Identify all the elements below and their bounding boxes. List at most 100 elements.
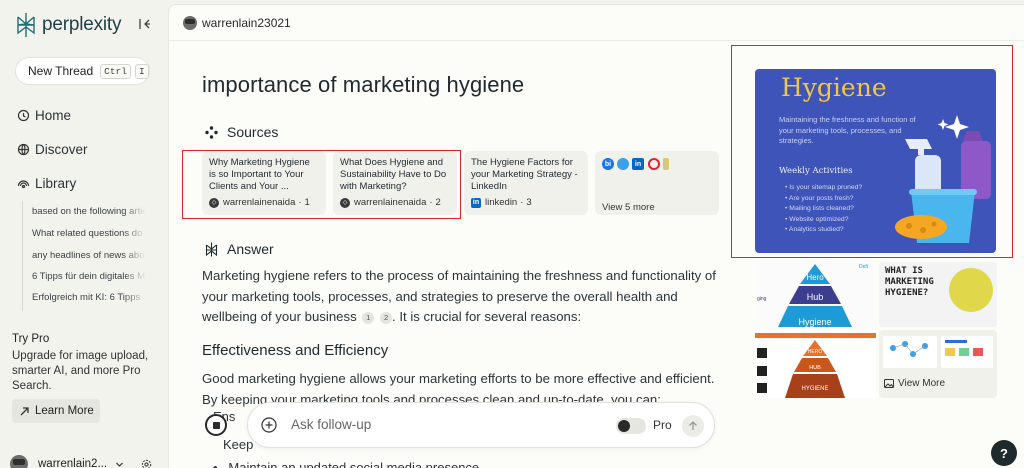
- try-pro-title: Try Pro: [12, 333, 50, 345]
- answer-heading-label: Answer: [227, 241, 274, 257]
- cleaning-supplies-illustration: [895, 115, 991, 243]
- home-icon: [17, 109, 30, 122]
- library-thread-item[interactable]: 6 Tipps für dein digitales Marketing: [32, 271, 146, 282]
- help-button[interactable]: ?: [991, 440, 1017, 466]
- highlight-box: [182, 150, 461, 219]
- bird-favicon-icon: [617, 158, 629, 170]
- sidebar: perplexity New Thread Ctrl I Home Discov…: [0, 0, 168, 468]
- view-more-images-button[interactable]: View More: [879, 330, 997, 398]
- linkedin-icon: in: [471, 197, 481, 208]
- hero-image-subheading: Weekly Activities: [779, 166, 853, 176]
- image-thumbnail[interactable]: WHAT IS MARKETING HYGIENE?: [879, 262, 997, 327]
- stop-icon: [212, 421, 220, 429]
- pyramid-diagram: Hero Hub Hygiene ging Defi: [755, 262, 876, 327]
- sources-heading-label: Sources: [227, 124, 279, 140]
- sidebar-item-label: Discover: [35, 142, 88, 157]
- kbd-i: I: [134, 63, 149, 79]
- source-site: linkedin: [485, 197, 518, 208]
- sidebar-item-label: Library: [35, 176, 77, 191]
- arrow-up-icon: [689, 421, 697, 430]
- learn-more-label: Learn More: [35, 405, 94, 417]
- pro-toggle[interactable]: [616, 418, 646, 434]
- sidebar-item-label: Home: [35, 108, 72, 123]
- section-heading: Effectiveness and Efficiency: [202, 342, 389, 359]
- sidebar-item-library[interactable]: Library: [17, 176, 76, 191]
- relationship-diagram: HERO HUB HYGIENE: [755, 330, 876, 398]
- thumb-preview: [883, 336, 937, 368]
- pro-label: Pro: [653, 418, 672, 432]
- view-more-sources-label: View 5 more: [602, 202, 655, 213]
- gear-icon[interactable]: [141, 459, 152, 468]
- logo-text: perplexity: [42, 14, 122, 35]
- image-icon: [884, 379, 894, 388]
- arrow-up-right-icon: [20, 406, 29, 415]
- hero-image-list: • Is your sitemap pruned? • Are your pos…: [785, 184, 863, 233]
- bullet-item: Keep: [223, 437, 254, 452]
- bi-favicon-icon: bi: [602, 158, 614, 170]
- pyramid-hygiene-label: Hygiene: [798, 317, 831, 327]
- image-thumbnail[interactable]: Hero Hub Hygiene ging Defi: [755, 262, 876, 327]
- follow-up-box[interactable]: Ask follow-up Pro: [247, 402, 715, 448]
- library-divider: [22, 201, 23, 311]
- perplexity-logo-icon: [17, 13, 35, 37]
- source-num: 3: [526, 197, 532, 208]
- plus-icon[interactable]: [261, 417, 277, 433]
- image-thumbnail[interactable]: HERO HUB HYGIENE: [755, 330, 876, 398]
- toggle-knob: [618, 420, 630, 432]
- avatar: [183, 15, 197, 30]
- svg-text:Defi: Defi: [859, 264, 868, 270]
- page-title: importance of marketing hygiene: [202, 72, 525, 97]
- user-name: warrenlain2...: [38, 458, 108, 468]
- try-pro-description: Upgrade for image upload, smarter AI, an…: [12, 350, 149, 392]
- svg-text:HUB: HUB: [809, 365, 821, 371]
- pyramid-hub-label: Hub: [807, 292, 824, 302]
- kbd-ctrl: Ctrl: [100, 63, 131, 79]
- submit-button[interactable]: [682, 415, 704, 437]
- chevron-down-icon: [116, 462, 124, 467]
- citation-badge[interactable]: 1: [362, 311, 375, 324]
- source-card[interactable]: The Hygiene Factors for your Marketing S…: [464, 151, 588, 215]
- thumb-badge: [949, 268, 993, 312]
- collapse-sidebar-icon[interactable]: [138, 17, 152, 31]
- sources-icon: [205, 125, 218, 139]
- perplexity-logo-icon: [205, 242, 218, 256]
- answer-paragraph: Marketing hygiene refers to the process …: [202, 266, 722, 328]
- globe-icon: [17, 143, 30, 156]
- source-meta: in linkedin · 3: [471, 197, 532, 208]
- logo[interactable]: perplexity: [14, 12, 122, 38]
- library-thread-item[interactable]: any headlines of news about: [32, 250, 146, 261]
- link-favicon-icon: [648, 158, 660, 170]
- source-title: The Hygiene Factors for your Marketing S…: [471, 157, 578, 192]
- follow-up-input[interactable]: Ask follow-up: [291, 417, 371, 432]
- sidebar-item-discover[interactable]: Discover: [17, 142, 88, 157]
- username[interactable]: warrenlain23021: [202, 16, 291, 30]
- sources-heading: Sources: [204, 124, 278, 140]
- library-icon: [17, 180, 30, 189]
- source-favicons: bi in: [602, 157, 712, 171]
- library-thread-item[interactable]: What related questions do: [32, 228, 146, 239]
- thumb-text: WHAT IS MARKETING HYGIENE?: [885, 266, 934, 298]
- library-thread-item[interactable]: Erfolgreich mit KI: 6 Tipps: [32, 292, 146, 303]
- sidebar-item-home[interactable]: Home: [17, 108, 71, 123]
- view-more-images: View More: [884, 378, 945, 389]
- thread-header: warrenlain23021: [169, 5, 1024, 41]
- answer-heading: Answer: [204, 241, 274, 257]
- pyramid-hero-label: Hero: [806, 273, 824, 282]
- avatar: [10, 455, 28, 468]
- learn-more-button[interactable]: Learn More: [12, 399, 100, 423]
- stop-generating-button[interactable]: [205, 414, 227, 436]
- svg-text:HYGIENE: HYGIENE: [801, 386, 828, 392]
- answer-text: . It is crucial for several reasons:: [392, 309, 582, 324]
- svg-text:ging: ging: [757, 296, 767, 302]
- hero-image-title: Hygiene: [781, 73, 887, 102]
- new-thread-label: New Thread: [28, 64, 94, 78]
- bullet-item: • Maintain an updated social media prese…: [213, 460, 480, 468]
- view-more-sources-card[interactable]: bi in View 5 more: [595, 151, 719, 215]
- citation-badge[interactable]: 2: [380, 311, 393, 324]
- doc-favicon-icon: [663, 158, 669, 170]
- user-menu[interactable]: warrenlain2...: [10, 455, 152, 468]
- hero-image[interactable]: Hygiene Maintaining the freshness and fu…: [755, 69, 996, 253]
- svg-text:HERO: HERO: [808, 349, 823, 355]
- new-thread-button[interactable]: New Thread Ctrl I: [15, 57, 150, 85]
- library-thread-item[interactable]: based on the following article: [32, 206, 146, 217]
